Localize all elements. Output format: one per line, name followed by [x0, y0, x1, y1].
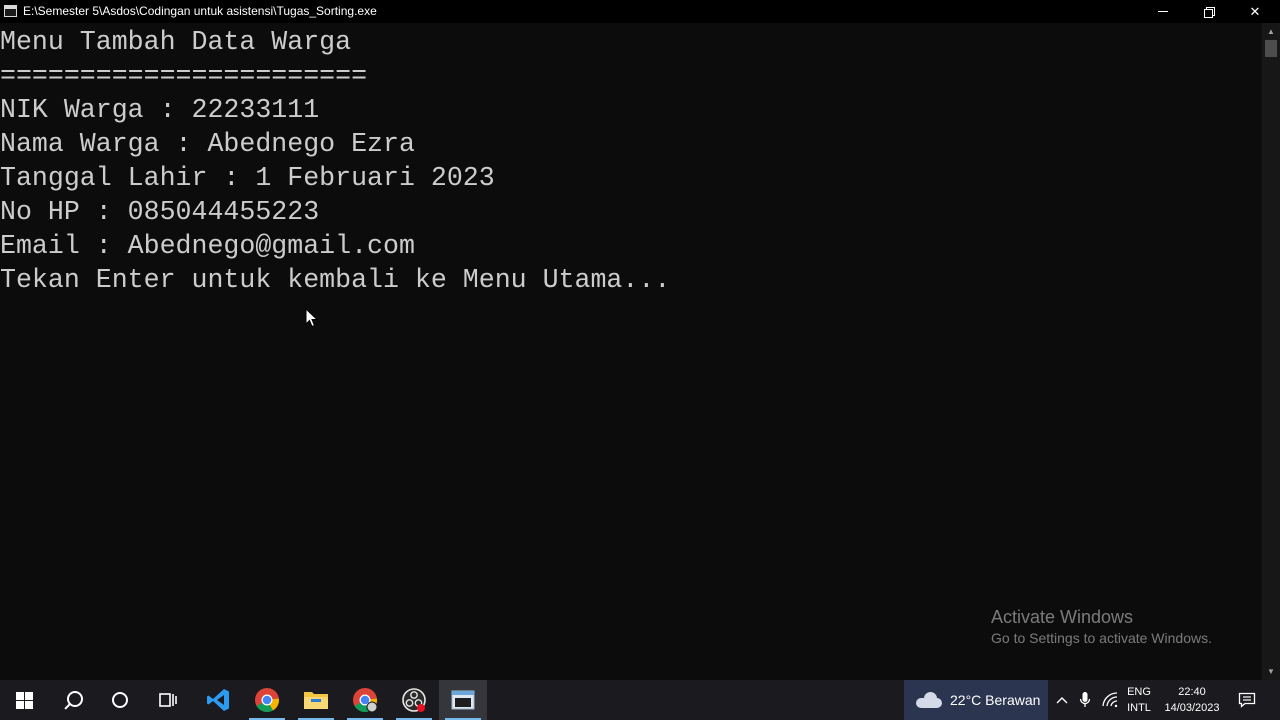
scroll-down-arrow-icon[interactable]: ▼	[1262, 663, 1280, 680]
console-line-separator: =======================	[0, 61, 368, 91]
vscode-icon	[207, 689, 229, 711]
chevron-up-icon	[1056, 697, 1068, 704]
notification-icon	[1238, 692, 1256, 708]
start-button[interactable]	[0, 680, 48, 720]
taskbar: 22°C Berawan ENG INTL 22:40 14/03/2023	[0, 680, 1280, 720]
activate-windows-watermark: Activate Windows Go to Settings to activ…	[991, 606, 1212, 648]
language-code: ENG	[1127, 686, 1151, 698]
obs-icon	[402, 688, 426, 712]
console-line-nama: Nama Warga : Abednego Ezra	[0, 129, 415, 159]
scroll-thumb[interactable]	[1265, 40, 1277, 57]
microphone-icon	[1079, 692, 1091, 707]
search-button[interactable]	[48, 680, 96, 720]
vertical-scrollbar[interactable]: ▲ ▼	[1262, 23, 1280, 680]
file-explorer-icon	[304, 692, 328, 709]
console-line-prompt: Tekan Enter untuk kembali ke Menu Utama.…	[0, 265, 671, 295]
taskbar-console-app[interactable]	[439, 680, 487, 720]
scroll-up-arrow-icon[interactable]: ▲	[1262, 23, 1280, 40]
restore-icon	[1204, 6, 1215, 18]
weather-text: 22°C Berawan	[950, 692, 1040, 708]
chrome-icon	[255, 688, 279, 713]
network-button[interactable]	[1099, 680, 1121, 720]
window-title: E:\Semester 5\Asdos\Codingan untuk asist…	[23, 4, 377, 18]
cortana-button[interactable]	[96, 680, 144, 720]
chrome-profile-icon	[353, 688, 378, 713]
show-hidden-icons-button[interactable]	[1052, 680, 1072, 720]
restore-button[interactable]	[1186, 0, 1232, 23]
console-line-nohp: No HP : 085044455223	[0, 197, 320, 227]
input-language-indicator[interactable]: ENG INTL	[1124, 684, 1154, 716]
console-window-icon[interactable]	[4, 5, 17, 17]
clock-time: 22:40	[1178, 686, 1206, 698]
taskbar-file-explorer[interactable]	[292, 680, 340, 720]
taskbar-chrome[interactable]	[243, 680, 291, 720]
keyboard-layout: INTL	[1127, 702, 1151, 714]
weather-condition: Berawan	[985, 692, 1041, 708]
notification-center-button[interactable]	[1236, 680, 1258, 720]
system-clock[interactable]: 22:40 14/03/2023	[1158, 684, 1226, 716]
title-bar: E:\Semester 5\Asdos\Codingan untuk asist…	[0, 0, 1280, 23]
console-line-tanggal: Tanggal Lahir : 1 Februari 2023	[0, 163, 495, 193]
windows-logo-icon	[15, 691, 33, 709]
watermark-title: Activate Windows	[991, 607, 1134, 627]
minimize-button[interactable]	[1140, 0, 1186, 23]
console-line-email: Email : Abednego@gmail.com	[0, 231, 415, 261]
console-app-icon	[451, 690, 475, 710]
close-button[interactable]: ✕	[1232, 0, 1278, 23]
taskbar-vscode[interactable]	[194, 680, 242, 720]
console-line-heading: Menu Tambah Data Warga	[0, 27, 352, 57]
watermark-subtitle: Go to Settings to activate Windows.	[991, 630, 1212, 646]
microphone-button[interactable]	[1075, 680, 1095, 720]
search-icon	[63, 691, 83, 709]
taskbar-chrome-profile[interactable]	[341, 680, 389, 720]
task-view-button[interactable]	[144, 680, 192, 720]
wifi-icon	[1102, 692, 1118, 708]
console-output[interactable]: Menu Tambah Data Warga =================…	[0, 23, 1262, 680]
taskbar-obs[interactable]	[390, 680, 438, 720]
weather-widget[interactable]: 22°C Berawan	[904, 680, 1048, 720]
clock-date: 14/03/2023	[1164, 702, 1220, 714]
console-line-nik: NIK Warga : 22233111	[0, 95, 320, 125]
cloud-icon	[916, 692, 942, 708]
cortana-icon	[112, 692, 128, 708]
task-view-icon	[159, 693, 177, 707]
mouse-pointer-icon	[305, 308, 319, 328]
weather-temperature: 22°C	[950, 692, 982, 708]
